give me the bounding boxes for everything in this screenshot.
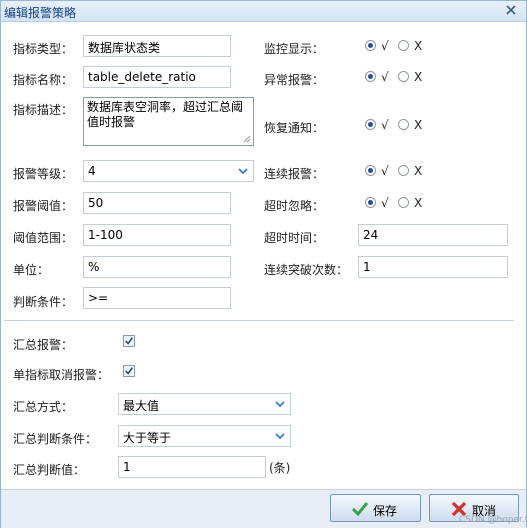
timeout-time-label: 超时时间： xyxy=(264,231,325,245)
judge-value-field[interactable]: 1 xyxy=(118,456,266,478)
judge-condition-select[interactable]: 大于等于 xyxy=(118,425,291,447)
checkmark-icon xyxy=(125,337,133,345)
alarm-threshold-label: 报警阈值： xyxy=(13,199,74,213)
dialog-footer: 保存 取消 CSDN @hoper.t xyxy=(1,489,527,528)
continuous-alarm-label: 连续报警： xyxy=(264,167,325,181)
timeout-ignore-yes-radio[interactable] xyxy=(365,197,376,208)
timeout-ignore-no-label: X xyxy=(414,196,423,210)
checkmark-icon xyxy=(351,502,369,517)
continuous-breach-field[interactable]: 1 xyxy=(358,256,508,278)
judge-value-unit: (条) xyxy=(269,461,291,475)
metric-desc-textarea[interactable]: 数据库表空洞率，超过汇总阈值时报警 xyxy=(83,97,254,146)
watermark-text: CSDN @hoper.t xyxy=(459,515,527,525)
save-button-label: 保存 xyxy=(373,504,398,518)
single-cancel-label: 单指标取消报警： xyxy=(13,368,110,382)
metric-desc-text: 数据库表空洞率，超过汇总阈值时报警 xyxy=(87,100,244,129)
summary-method-value: 最大值 xyxy=(123,399,160,413)
metric-type-field[interactable]: 数据库状态类 xyxy=(83,35,231,57)
recovery-notice-no-label: X xyxy=(414,118,423,132)
unit-label: 单位： xyxy=(13,263,50,277)
monitor-display-label: 监控显示： xyxy=(264,42,325,56)
monitor-display-no-radio[interactable] xyxy=(398,40,409,51)
recovery-notice-yes-radio[interactable] xyxy=(365,119,376,130)
recovery-notice-radios: √ X xyxy=(365,118,435,134)
save-button[interactable]: 保存 xyxy=(330,494,421,522)
monitor-display-yes-radio[interactable] xyxy=(365,40,376,51)
summary-method-label: 汇总方式： xyxy=(13,400,74,414)
timeout-ignore-label: 超时忽略： xyxy=(264,199,325,213)
summary-alarm-label: 汇总报警： xyxy=(13,338,74,352)
edit-alarm-policy-dialog: 编辑报警策略 指标类型： 数据库状态类 指标名称： table_delete_r… xyxy=(0,0,527,528)
abnormal-alarm-yes-label: √ xyxy=(381,70,389,84)
unit-field[interactable]: % xyxy=(83,256,231,278)
monitor-display-no-label: X xyxy=(414,39,423,53)
timeout-ignore-no-radio[interactable] xyxy=(398,197,409,208)
summary-alarm-checkbox[interactable] xyxy=(123,335,135,347)
threshold-range-label: 阈值范围： xyxy=(13,231,74,245)
section-divider xyxy=(4,320,514,321)
single-cancel-checkbox[interactable] xyxy=(123,365,135,377)
recovery-notice-no-radio[interactable] xyxy=(398,119,409,130)
timeout-time-field[interactable]: 24 xyxy=(358,224,508,246)
recovery-notice-yes-label: √ xyxy=(381,118,389,132)
judge-value-label: 汇总判断值： xyxy=(13,463,86,477)
monitor-display-yes-label: √ xyxy=(381,39,389,53)
checkmark-icon xyxy=(125,367,133,375)
metric-desc-label: 指标描述： xyxy=(13,103,74,117)
abnormal-alarm-no-radio[interactable] xyxy=(398,71,409,82)
continuous-alarm-radios: √ X xyxy=(365,164,435,180)
summary-method-select[interactable]: 最大值 xyxy=(118,393,291,415)
threshold-range-field[interactable]: 1-100 xyxy=(83,224,231,246)
monitor-display-radios: √ X xyxy=(365,39,435,55)
abnormal-alarm-no-label: X xyxy=(414,70,423,84)
alarm-threshold-field[interactable]: 50 xyxy=(83,192,231,214)
metric-type-label: 指标类型： xyxy=(13,42,74,56)
dialog-title: 编辑报警策略 xyxy=(4,6,77,20)
timeout-ignore-radios: √ X xyxy=(365,196,435,212)
abnormal-alarm-radios: √ X xyxy=(365,70,435,86)
chevron-down-icon xyxy=(275,401,285,408)
alarm-level-label: 报警等级： xyxy=(13,167,74,181)
timeout-ignore-yes-label: √ xyxy=(381,196,389,210)
judge-condition-value: 大于等于 xyxy=(123,431,172,445)
recovery-notice-label: 恢复通知： xyxy=(264,121,325,135)
metric-name-field[interactable]: table_delete_ratio xyxy=(83,66,231,88)
continuous-alarm-no-radio[interactable] xyxy=(398,165,409,176)
continuous-alarm-yes-label: √ xyxy=(381,164,389,178)
dialog-titlebar: 编辑报警策略 xyxy=(1,1,526,22)
abnormal-alarm-label: 异常报警： xyxy=(264,73,325,87)
alarm-level-select[interactable]: 4 xyxy=(83,160,254,182)
continuous-alarm-yes-radio[interactable] xyxy=(365,165,376,176)
condition-field[interactable]: >= xyxy=(83,287,231,309)
continuous-alarm-no-label: X xyxy=(414,164,423,178)
chevron-down-icon xyxy=(275,433,285,440)
condition-label: 判断条件： xyxy=(13,295,74,309)
chevron-down-icon xyxy=(238,168,248,175)
judge-condition-label: 汇总判断条件： xyxy=(13,432,98,446)
alarm-level-value: 4 xyxy=(88,164,96,178)
abnormal-alarm-yes-radio[interactable] xyxy=(365,71,376,82)
continuous-breach-label: 连续突破次数： xyxy=(264,263,349,277)
metric-name-label: 指标名称： xyxy=(13,73,74,87)
resize-grip-icon[interactable] xyxy=(243,135,251,143)
close-icon[interactable] xyxy=(504,3,518,17)
